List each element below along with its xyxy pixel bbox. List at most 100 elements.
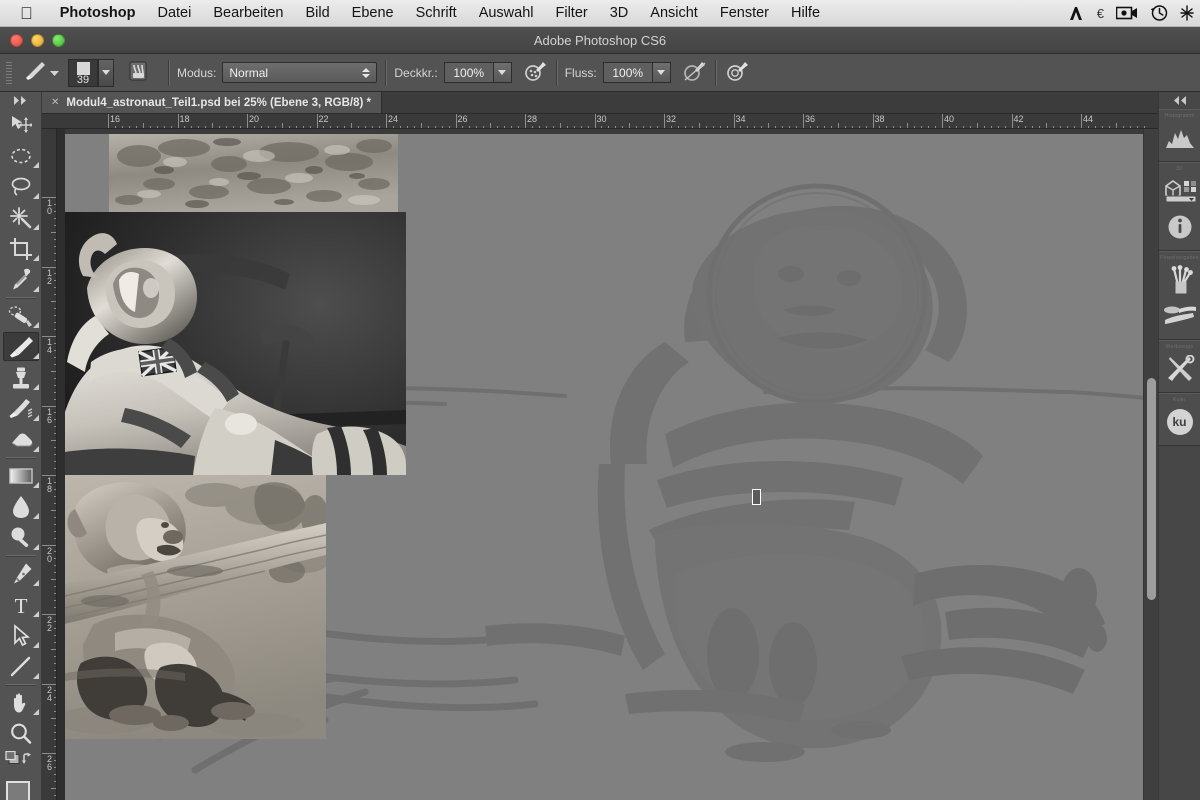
menu-item-ansicht[interactable]: Ansicht <box>639 5 709 21</box>
time-machine-icon[interactable] <box>1150 4 1168 22</box>
quick-mask-icon[interactable] <box>5 751 21 770</box>
tools-collapse-toggle[interactable] <box>0 92 41 109</box>
vertical-scrollbar[interactable] <box>1143 129 1158 800</box>
brush-preset-preview[interactable]: 39 <box>68 59 98 87</box>
flow-dropdown-caret[interactable] <box>653 62 671 83</box>
ruler-v-label: 24 <box>44 686 55 702</box>
tool-zoom[interactable] <box>0 718 42 749</box>
menu-item-datei[interactable]: Datei <box>146 5 202 21</box>
apple-logo-icon[interactable]:  <box>20 5 33 22</box>
brush-tool-icon[interactable] <box>22 59 48 86</box>
panel-button-brush[interactable] <box>1159 298 1200 334</box>
i-beam-cursor <box>752 489 761 505</box>
adobe-cc-icon[interactable] <box>1068 6 1085 21</box>
tool-blur[interactable] <box>0 491 42 522</box>
panels-collapse-toggle[interactable] <box>1159 92 1200 109</box>
mars-terrain-layer[interactable] <box>109 134 398 213</box>
blend-mode-select[interactable]: Normal <box>222 62 377 83</box>
pressure-size-icon[interactable] <box>726 60 750 86</box>
brush-settings-icon <box>1163 305 1197 327</box>
bluetooth-icon[interactable] <box>1180 5 1194 21</box>
tool-path-selection[interactable] <box>0 620 42 651</box>
brush-tool-dropdown-caret[interactable] <box>50 66 59 80</box>
pressure-opacity-icon[interactable] <box>524 60 548 86</box>
opacity-value-field[interactable]: 100% <box>444 62 494 83</box>
menu-item-auswahl[interactable]: Auswahl <box>468 5 545 21</box>
document-tab-title: Modul4_astronaut_Teil1.psd bei 25% (Eben… <box>66 97 371 109</box>
menu-item-bild[interactable]: Bild <box>294 5 340 21</box>
menu-item-3d[interactable]: 3D <box>599 5 640 21</box>
panel-button-tool-presets[interactable] <box>1159 351 1200 387</box>
ruler-v-tick <box>42 197 57 198</box>
menu-item-filter[interactable]: Filter <box>545 5 599 21</box>
ruler-h-tick <box>178 114 179 129</box>
tool-submenu-indicator <box>33 482 39 488</box>
brush-panel-icon[interactable] <box>126 59 150 86</box>
swap-colors-icon[interactable] <box>22 751 36 770</box>
canvas-area[interactable] <box>57 129 1158 800</box>
astronaut-layer[interactable] <box>65 212 406 475</box>
panel-caption: Werkzeuge <box>1159 344 1200 350</box>
tool-gradient[interactable] <box>0 460 42 491</box>
minimize-window-button[interactable] <box>31 34 44 47</box>
ruler-h-label: 44 <box>1083 114 1093 124</box>
panel-button-brush-presets[interactable] <box>1159 262 1200 298</box>
ruler-h-label: 38 <box>875 114 885 124</box>
tool-history-brush[interactable] <box>0 393 42 424</box>
document-tab[interactable]: ✕ Modul4_astronaut_Teil1.psd bei 25% (Eb… <box>42 92 382 113</box>
ruler-v-label: 22 <box>44 616 55 632</box>
menu-item-hilfe[interactable]: Hilfe <box>780 5 831 21</box>
panel-button-kuler[interactable]: ku <box>1159 404 1200 440</box>
options-bar-grip[interactable] <box>4 62 13 84</box>
panel-button-info[interactable] <box>1159 209 1200 245</box>
airbrush-icon[interactable] <box>683 60 707 86</box>
menu-item-schrift[interactable]: Schrift <box>405 5 468 21</box>
tool-line-shape[interactable] <box>0 651 42 682</box>
tool-healing-brush[interactable] <box>0 300 42 331</box>
tool-eyedropper[interactable] <box>0 264 42 295</box>
tool-submenu-indicator <box>33 415 39 421</box>
vertical-scrollbar-thumb[interactable] <box>1147 378 1156 600</box>
zoom-window-button[interactable] <box>52 34 65 47</box>
kuler-icon: ku <box>1167 409 1193 435</box>
tool-brush[interactable] <box>0 331 42 362</box>
horizontal-ruler[interactable]: 161820222426283032343638404244 <box>42 114 1158 129</box>
tool-type[interactable]: T <box>0 589 42 620</box>
panel-caption: Pinselvorgaben <box>1159 255 1200 261</box>
tool-eraser[interactable] <box>0 424 42 455</box>
menu-item-fenster[interactable]: Fenster <box>709 5 780 21</box>
menu-item-ebene[interactable]: Ebene <box>341 5 405 21</box>
brush-preset-dropdown[interactable] <box>98 59 114 87</box>
panel-button-3d[interactable] <box>1159 173 1200 209</box>
panel-button-histogram[interactable] <box>1159 120 1200 156</box>
euro-currency-icon[interactable]: € <box>1097 6 1104 21</box>
ruler-h-tick <box>317 114 318 129</box>
application-title: Adobe Photoshop CS6 <box>0 33 1200 48</box>
menu-item-bearbeiten[interactable]: Bearbeiten <box>202 5 294 21</box>
opacity-dropdown-caret[interactable] <box>494 62 512 83</box>
ruler-h-label: 32 <box>666 114 676 124</box>
menu-item-photoshop[interactable]: Photoshop <box>49 5 147 21</box>
color-swatches <box>0 773 42 800</box>
foreground-color-swatch[interactable] <box>6 781 30 800</box>
flow-value-field[interactable]: 100% <box>603 62 653 83</box>
tool-dodge[interactable] <box>0 522 42 553</box>
artboard[interactable] <box>65 134 1143 800</box>
tool-pen[interactable] <box>0 558 42 589</box>
tool-marquee[interactable] <box>0 140 42 171</box>
tool-move[interactable] <box>0 109 42 140</box>
tool-options-bar: 39 Modus: Normal Deckkr.: 100% <box>0 54 1200 92</box>
baboon-layer[interactable] <box>65 475 326 739</box>
panel-caption: Kuler <box>1159 397 1200 403</box>
tool-crop[interactable] <box>0 233 42 264</box>
screen-recording-icon[interactable] <box>1116 6 1138 20</box>
tool-clone-stamp[interactable] <box>0 362 42 393</box>
close-window-button[interactable] <box>10 34 23 47</box>
tool-hand[interactable] <box>0 687 42 718</box>
vertical-ruler[interactable]: 101214161820222426 <box>42 129 57 800</box>
close-tab-icon[interactable]: ✕ <box>51 97 59 108</box>
tool-magic-wand[interactable] <box>0 202 42 233</box>
tool-lasso[interactable] <box>0 171 42 202</box>
tool-submenu-indicator <box>33 322 39 328</box>
ruler-h-tick <box>247 114 248 129</box>
